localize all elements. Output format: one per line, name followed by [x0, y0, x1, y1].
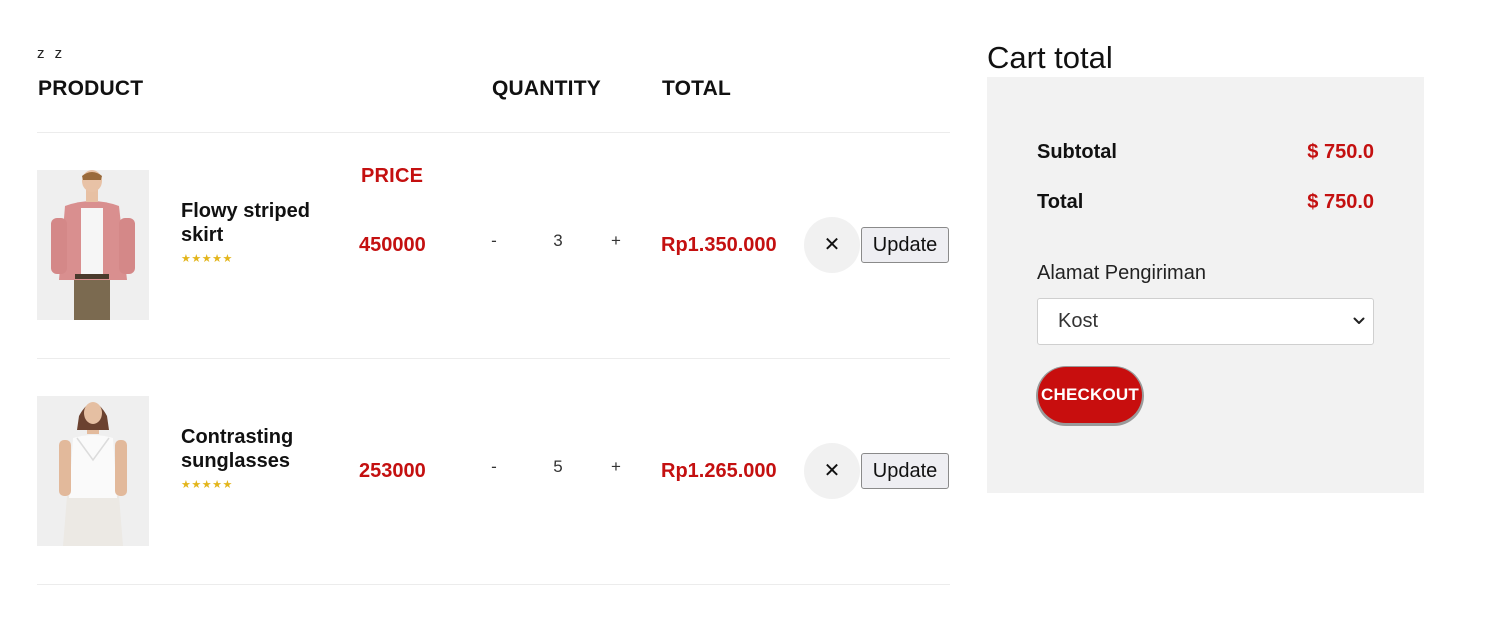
quantity-increment-button[interactable]: + — [605, 453, 627, 481]
star-icon: ★★★★★ — [181, 253, 233, 265]
total-row: Total $ 750.0 — [1037, 188, 1374, 216]
product-info: Flowy striped skirt ★★★★★ — [181, 199, 341, 265]
cart-total-panel: Subtotal $ 750.0 Total $ 750.0 Alamat Pe… — [987, 77, 1424, 493]
line-total: Rp1.265.000 — [661, 460, 777, 482]
line-total: Rp1.350.000 — [661, 234, 777, 256]
quantity-decrement-button[interactable]: - — [483, 453, 505, 481]
header-total: TOTAL — [662, 77, 732, 100]
cart-marker-text: z z — [37, 45, 66, 62]
table-row: Flowy striped skirt ★★★★★ 450000 - 3 + R… — [37, 133, 950, 359]
product-name[interactable]: Flowy striped skirt — [181, 199, 341, 247]
quantity-value[interactable]: 3 — [542, 227, 574, 255]
quantity-value[interactable]: 5 — [542, 453, 574, 481]
product-photo-man-pink-shirt — [37, 170, 149, 320]
cart-total-title: Cart total — [987, 40, 1113, 75]
update-button[interactable]: Update — [861, 453, 949, 489]
product-info: Contrasting sunglasses ★★★★★ — [181, 425, 341, 491]
table-header: PRODUCT PRICE QUANTITY TOTAL — [37, 64, 950, 187]
star-icon: ★★★★★ — [181, 479, 233, 491]
cart-table: z z PRODUCT PRICE QUANTITY TOTAL Flowy s… — [37, 44, 950, 585]
product-photo-woman-white-top — [37, 396, 149, 546]
chevron-down-icon — [1353, 317, 1365, 324]
subtotal-row: Subtotal $ 750.0 — [1037, 138, 1374, 166]
subtotal-label: Subtotal — [1037, 141, 1117, 163]
cart-page: z z PRODUCT PRICE QUANTITY TOTAL Flowy s… — [0, 0, 1504, 621]
header-quantity: QUANTITY — [492, 77, 601, 100]
close-icon: ✕ — [823, 460, 841, 482]
quantity-increment-button[interactable]: + — [605, 227, 627, 255]
total-label: Total — [1037, 191, 1084, 213]
total-value: $ 750.0 — [1307, 191, 1374, 213]
update-button[interactable]: Update — [861, 227, 949, 263]
product-price: 253000 — [359, 460, 426, 482]
remove-item-button[interactable]: ✕ — [804, 217, 860, 273]
quantity-decrement-button[interactable]: - — [483, 227, 505, 255]
product-image[interactable] — [37, 396, 149, 546]
product-name[interactable]: Contrasting sunglasses — [181, 425, 341, 473]
product-image[interactable] — [37, 170, 149, 320]
table-row: Contrasting sunglasses ★★★★★ 253000 - 5 … — [37, 359, 950, 585]
checkout-button[interactable]: CHECKOUT — [1038, 367, 1142, 423]
subtotal-value: $ 750.0 — [1307, 141, 1374, 163]
shipping-address-label: Alamat Pengiriman — [1037, 262, 1206, 284]
close-icon: ✕ — [823, 234, 841, 256]
header-product: PRODUCT — [38, 77, 144, 100]
shipping-address-value: Kost — [1058, 310, 1099, 332]
remove-item-button[interactable]: ✕ — [804, 443, 860, 499]
product-price: 450000 — [359, 234, 426, 256]
shipping-address-select[interactable]: Kost — [1037, 298, 1374, 345]
